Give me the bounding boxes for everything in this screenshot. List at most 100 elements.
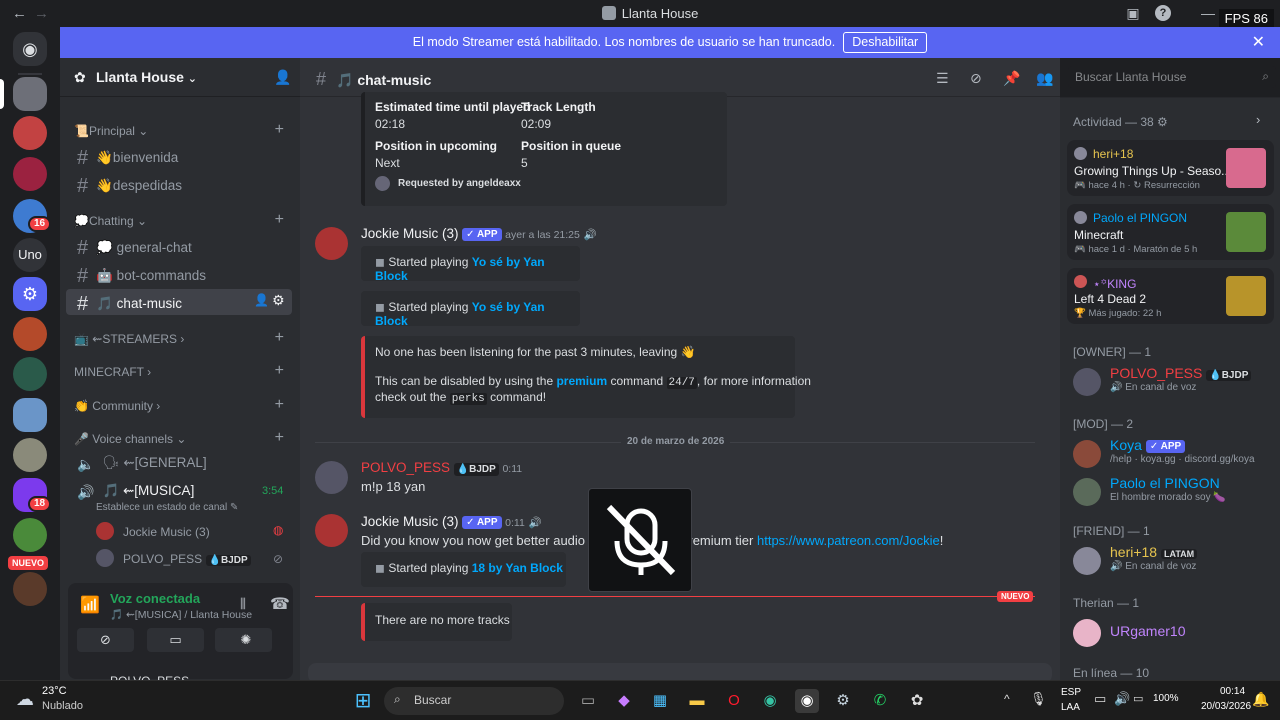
- server-icon[interactable]: [13, 116, 47, 150]
- pin-icon[interactable]: 📌: [1003, 70, 1020, 87]
- server-icon[interactable]: [13, 438, 47, 472]
- channel-bienvenida[interactable]: # 👋bienvenida: [66, 143, 292, 169]
- gear-icon[interactable]: ⚙: [272, 292, 285, 309]
- screen-share-button[interactable]: ▭: [147, 628, 204, 652]
- speaker-icon: 🔈: [77, 456, 95, 472]
- game-art: [1226, 212, 1266, 252]
- server-icon[interactable]: [13, 572, 47, 606]
- patreon-link[interactable]: https://www.patreon.com/Jockie: [757, 533, 940, 548]
- activity-card[interactable]: heri+18 Growing Things Up - Seaso... 🎮 h…: [1067, 140, 1274, 196]
- chevron-up-icon[interactable]: ^: [1004, 692, 1010, 706]
- category-minecraft[interactable]: MINECRAFT ›: [74, 365, 151, 379]
- language-indicator[interactable]: LAA: [1061, 702, 1080, 713]
- timestamp: 0:11: [502, 463, 523, 475]
- add-channel-icon[interactable]: +: [275, 429, 284, 447]
- search-input[interactable]: Buscar Llanta House ⌕: [1068, 66, 1276, 88]
- voice-status[interactable]: Voz conectada: [110, 591, 200, 606]
- app-icon[interactable]: ✿: [905, 689, 929, 713]
- signal-icon[interactable]: 📶: [80, 595, 100, 615]
- inbox-icon[interactable]: ▣: [1125, 5, 1141, 21]
- add-channel-icon[interactable]: +: [275, 396, 284, 414]
- language-indicator[interactable]: ESP: [1061, 687, 1081, 698]
- add-channel-icon[interactable]: +: [275, 362, 284, 380]
- weather-desc[interactable]: Nublado: [42, 700, 83, 712]
- whatsapp-icon[interactable]: ✆: [868, 689, 892, 713]
- guild-header[interactable]: ✿ Llanta House ⌄ 👤: [60, 58, 300, 97]
- help-icon[interactable]: ?: [1155, 5, 1171, 21]
- task-view-icon[interactable]: ▭: [576, 689, 600, 713]
- clock-date[interactable]: 20/03/2026: [1201, 701, 1251, 712]
- chevron-right-icon[interactable]: ›: [1256, 112, 1260, 127]
- server-icon[interactable]: [13, 317, 47, 351]
- members-icon[interactable]: 👥: [1036, 70, 1053, 87]
- discord-home-icon[interactable]: ◉: [13, 32, 47, 66]
- channel-bot-commands[interactable]: # 🤖 bot-commands: [66, 261, 292, 287]
- file-explorer-icon[interactable]: ▬: [685, 689, 709, 713]
- notification-bell-icon[interactable]: 🔔: [1252, 691, 1269, 708]
- server-icon[interactable]: [13, 398, 47, 432]
- username[interactable]: Jockie Music (3): [361, 226, 459, 241]
- category-chatting[interactable]: 💭Chatting ⌄: [74, 214, 147, 228]
- server-icon[interactable]: [13, 518, 47, 552]
- threads-icon[interactable]: ☰: [936, 70, 949, 87]
- track-link[interactable]: 18 by Yan Block: [472, 561, 563, 575]
- invite-icon[interactable]: 👤: [274, 69, 291, 86]
- invite-icon[interactable]: 👤: [254, 293, 269, 307]
- clock-time[interactable]: 00:14: [1220, 686, 1245, 697]
- category-streamers[interactable]: 📺 ⇜STREAMERS ›: [74, 332, 184, 346]
- voice-user[interactable]: POLVO_PESS 💧BJDP: [123, 552, 251, 566]
- close-icon[interactable]: ✕: [1252, 27, 1265, 58]
- voice-user[interactable]: Jockie Music (3): [123, 525, 210, 539]
- copilot-icon[interactable]: ◆: [612, 689, 636, 713]
- edge-icon[interactable]: ◉: [758, 689, 782, 713]
- voice-channel-general[interactable]: 🔈 🗣 ⇜[GENERAL]: [66, 451, 292, 475]
- server-icon[interactable]: [13, 157, 47, 191]
- disconnect-icon[interactable]: ☎: [270, 594, 290, 614]
- battery-icon[interactable]: ▭: [1133, 692, 1143, 705]
- server-icon-uno[interactable]: Uno: [13, 238, 47, 272]
- disable-streamer-button[interactable]: Deshabilitar: [843, 32, 928, 53]
- camera-off-button[interactable]: ⊘: [77, 628, 134, 652]
- weather-temp[interactable]: 23°C: [42, 685, 67, 697]
- add-channel-icon[interactable]: +: [275, 121, 284, 139]
- server-icon-llanta[interactable]: [13, 77, 47, 111]
- activity-card[interactable]: ⋆꙳KING Left 4 Dead 2 🏆 Más jugado: 22 h: [1067, 268, 1274, 324]
- add-channel-icon[interactable]: +: [275, 329, 284, 347]
- volume-icon[interactable]: 🔊: [1114, 691, 1130, 707]
- username[interactable]: POLVO_PESS: [361, 460, 450, 475]
- channel-chat-music[interactable]: # 🎵 chat-music 👤 ⚙: [66, 289, 292, 315]
- avatar: [1073, 547, 1101, 575]
- opera-icon[interactable]: O: [722, 689, 746, 713]
- network-icon[interactable]: ▭: [1094, 691, 1106, 707]
- category-community[interactable]: 👏 Community ›: [74, 399, 160, 413]
- avatar: [1074, 275, 1087, 288]
- server-icon[interactable]: [13, 357, 47, 391]
- channel-status[interactable]: Establece un estado de canal ✎: [96, 502, 238, 513]
- category-principal[interactable]: 📜Principal ⌄: [74, 124, 148, 138]
- discord-taskbar-icon[interactable]: ◉: [795, 689, 819, 713]
- taskbar-search[interactable]: ⌕ Buscar: [384, 687, 564, 715]
- avatar[interactable]: [315, 461, 348, 494]
- gear-icon[interactable]: ⚙: [13, 277, 47, 311]
- category-voice[interactable]: 🎤 Voice channels ⌄: [74, 432, 186, 446]
- soundboard-button[interactable]: ✺: [221, 628, 271, 652]
- steam-icon[interactable]: ⚙: [831, 689, 855, 713]
- new-messages-divider: [315, 596, 1035, 597]
- voice-channel-path[interactable]: 🎵 ⇜[MUSICA] / Llanta House: [110, 608, 252, 621]
- avatar[interactable]: [315, 514, 348, 547]
- minimize-icon[interactable]: —: [1200, 5, 1216, 21]
- windows-start-icon[interactable]: ⊞: [351, 689, 375, 713]
- notification-off-icon[interactable]: ⊘: [970, 70, 982, 87]
- window-title: Llanta House: [0, 6, 1280, 21]
- add-channel-icon[interactable]: +: [275, 211, 284, 229]
- mic-icon[interactable]: 🎙: [1030, 691, 1047, 707]
- store-icon[interactable]: ▦: [648, 689, 672, 713]
- activity-user: ⋆꙳KING: [1093, 277, 1137, 291]
- activity-card[interactable]: Paolo el PINGON Minecraft 🎮 hace 1 d · M…: [1067, 204, 1274, 260]
- voice-channel-musica[interactable]: 🔊 🎵 ⇜[MUSICA] 3:54: [66, 479, 292, 503]
- channel-despedidas[interactable]: # 👋despedidas: [66, 171, 292, 197]
- avatar[interactable]: [315, 227, 348, 260]
- channel-general-chat[interactable]: # 💭 general-chat: [66, 233, 292, 259]
- noise-suppression-icon[interactable]: ⫼: [240, 596, 246, 612]
- username[interactable]: Jockie Music (3): [361, 514, 459, 529]
